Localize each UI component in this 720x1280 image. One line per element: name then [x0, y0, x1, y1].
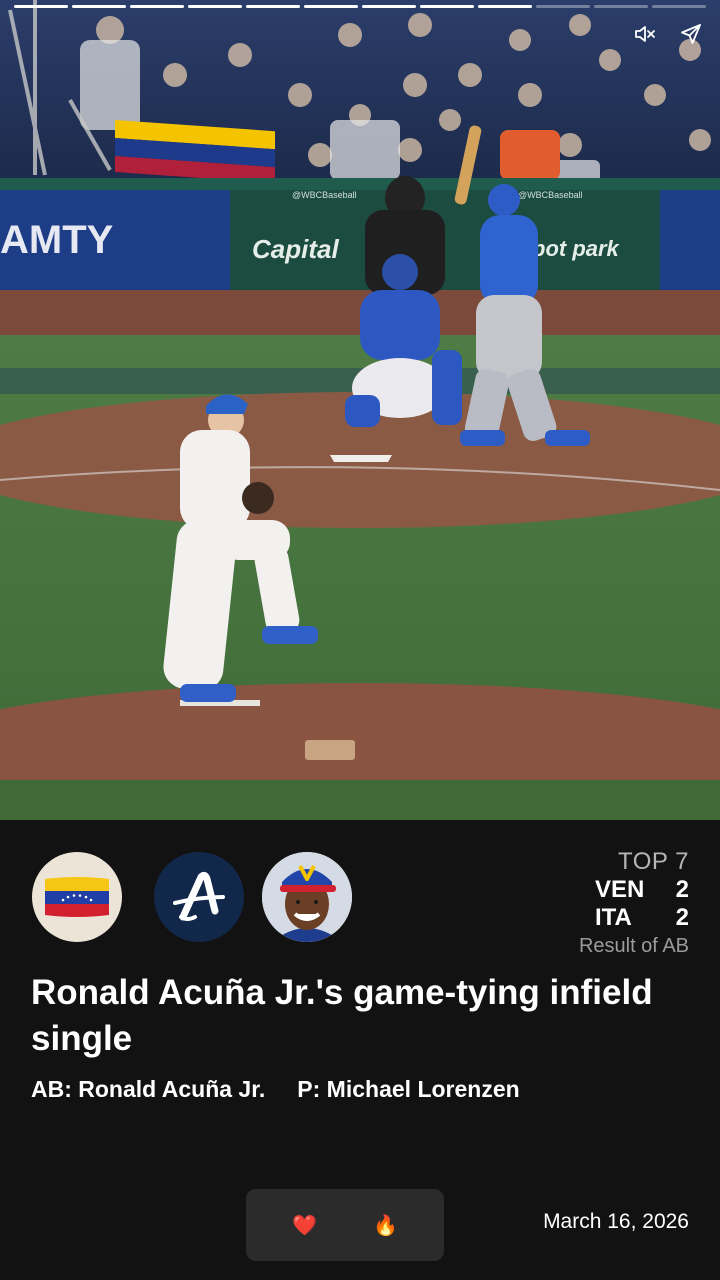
wall-ad-left: AMTY: [0, 218, 114, 262]
progress-fill: [246, 5, 300, 8]
play-headline: Ronald Acuña Jr.'s game-tying infield si…: [31, 973, 653, 1058]
progress-fill: [304, 5, 358, 8]
player-headshot[interactable]: [262, 852, 352, 942]
player-headshot-image: [262, 852, 352, 942]
video-frame: AMTY Capital pot park @WBCBaseball @WBCB…: [0, 0, 720, 820]
inning-label: TOP 7: [618, 848, 689, 875]
matchup-line: AB: Ronald Acuña Jr. P: Michael Lorenzen: [31, 1076, 520, 1103]
progress-segment: [652, 5, 706, 8]
wall-ad-right: pot park: [531, 236, 621, 261]
progress-segment: [594, 5, 648, 8]
wall-ad-center: Capital: [252, 234, 339, 264]
pitcher-label[interactable]: P: Michael Lorenzen: [297, 1076, 519, 1103]
venezuela-flag-logo[interactable]: [32, 852, 122, 942]
progress-fill: [72, 5, 126, 8]
progress-fill: [188, 5, 242, 8]
progress-fill: [478, 5, 532, 8]
progress-segment: [304, 5, 358, 8]
heart-reaction[interactable]: ❤️: [285, 1205, 325, 1245]
play-date: March 16, 2026: [543, 1210, 689, 1233]
progress-fill: [130, 5, 184, 8]
progress-segment: [246, 5, 300, 8]
wall-tag-left: @WBCBaseball: [292, 190, 357, 200]
braves-a-icon: [173, 871, 225, 921]
team-runs: 2: [675, 876, 689, 903]
at-bat-label[interactable]: AB: Ronald Acuña Jr.: [31, 1076, 265, 1103]
progress-segment: [420, 5, 474, 8]
story-progress-bar: [14, 5, 706, 8]
score-row-away: VEN 2: [579, 878, 689, 902]
progress-segment: [14, 5, 68, 8]
result-label: Result of AB: [578, 935, 689, 957]
scoreboard: TOP 7 VEN 2 ITA 2 Result of AB: [578, 848, 689, 957]
reaction-bar: ❤️ 🔥: [246, 1189, 444, 1261]
fire-reaction[interactable]: 🔥: [366, 1205, 406, 1245]
progress-segment: [478, 5, 532, 8]
progress-segment: [72, 5, 126, 8]
progress-segment: [188, 5, 242, 8]
progress-fill: [420, 5, 474, 8]
progress-fill: [362, 5, 416, 8]
play-info-panel: TOP 7 VEN 2 ITA 2 Result of AB Ronald Ac…: [0, 820, 720, 1280]
venezuela-flag-icon: [45, 877, 109, 917]
progress-fill: [14, 5, 68, 8]
team-runs: 2: [675, 904, 689, 931]
send-icon[interactable]: [677, 20, 705, 48]
progress-segment: [362, 5, 416, 8]
team-abbr: VEN: [595, 876, 645, 903]
progress-segment: [130, 5, 184, 8]
score-row-home: ITA 2: [579, 906, 689, 930]
video-player[interactable]: AMTY Capital pot park @WBCBaseball @WBCB…: [0, 0, 720, 820]
speaker-muted-icon[interactable]: [630, 20, 658, 48]
braves-logo[interactable]: [154, 852, 244, 942]
wall-tag-right: @WBCBaseball: [518, 190, 583, 200]
progress-segment: [536, 5, 590, 8]
team-abbr: ITA: [595, 904, 632, 931]
